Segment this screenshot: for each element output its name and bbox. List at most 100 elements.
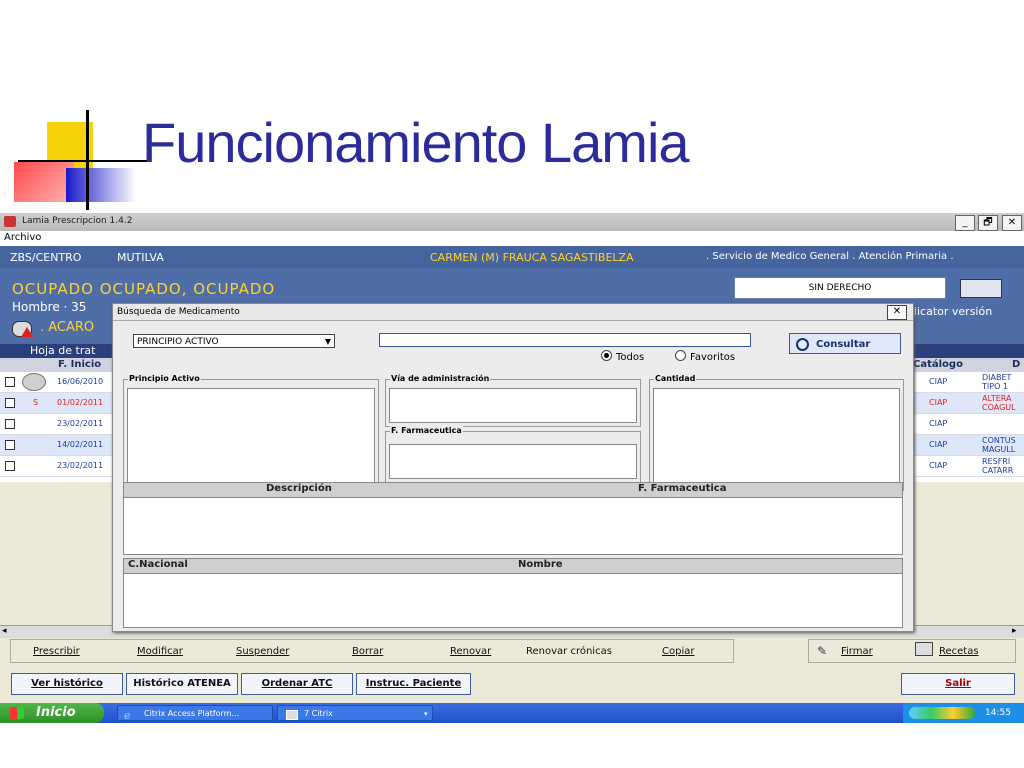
center-row: ZBS/CENTRO MUTILVA CARMEN (M) FRAUCA SAG… <box>0 246 1024 268</box>
dialog-title: Búsqueda de Medicamento <box>117 307 240 317</box>
group-cantidad: Cantidad <box>649 374 904 491</box>
service-name: . Servicio de Medico General . Atención … <box>706 251 954 262</box>
windows-logo-icon <box>10 707 24 719</box>
derecho-field: SIN DERECHO <box>734 277 946 299</box>
system-tray: 14:55 <box>903 703 1024 723</box>
cantidad-list[interactable] <box>653 388 900 487</box>
start-button[interactable]: Inicio <box>0 703 104 723</box>
row-date: 16/06/2010 <box>57 377 104 386</box>
ver-historico-button[interactable]: Ver histórico <box>11 673 123 695</box>
renovar-button[interactable]: Renovar <box>450 646 491 657</box>
printer-icon <box>915 642 933 656</box>
taskbar-item-citrix-access[interactable]: ℯ Citrix Access Platform... <box>117 705 273 722</box>
action-toolbar: Prescribir Modificar Suspender Borrar Re… <box>10 639 734 663</box>
maximize-button[interactable]: 🗗 <box>978 215 998 231</box>
dialog-close-button[interactable]: ✕ <box>887 305 907 320</box>
row-mark: S <box>33 398 39 407</box>
dialog-titlebar: Búsqueda de Medicamento ✕ <box>113 304 913 321</box>
consultar-label: Consultar <box>816 339 871 350</box>
group-principio-activo: Principio Activo <box>123 374 379 491</box>
row-checkbox[interactable] <box>5 440 15 450</box>
scroll-right-icon[interactable]: ▸ <box>1012 626 1017 636</box>
suspender-button[interactable]: Suspender <box>236 646 289 657</box>
col-c-nacional[interactable]: C.Nacional <box>128 559 188 570</box>
minimize-button[interactable]: _ <box>955 215 975 231</box>
chevron-down-icon: ▼ <box>324 337 331 346</box>
radio-favoritos-label: Favoritos <box>690 352 736 363</box>
scroll-left-icon[interactable]: ◂ <box>2 626 7 636</box>
col-nombre[interactable]: Nombre <box>518 559 563 570</box>
patient-sub: Hombre · 35 <box>12 300 87 314</box>
row-catalog: CIAP <box>929 461 948 470</box>
search-input[interactable] <box>379 333 751 347</box>
radio-todos[interactable]: Todos <box>601 350 644 363</box>
recetas-button[interactable]: Recetas <box>939 646 979 657</box>
window-group-icon <box>286 710 298 720</box>
results-table-header: Descripción F. Farmaceutica <box>123 482 903 498</box>
search-type-select[interactable]: PRINCIPIO ACTIVO ▼ <box>133 334 335 348</box>
row-date: 23/02/2011 <box>57 461 104 470</box>
radio-favoritos[interactable]: Favoritos <box>675 350 735 363</box>
radio-dot-icon <box>601 350 612 361</box>
salir-button[interactable]: Salir <box>901 673 1015 695</box>
menu-archivo[interactable]: Archivo <box>4 232 41 243</box>
row-catalog: CIAP <box>929 377 948 386</box>
principio-list[interactable] <box>127 388 375 487</box>
patient-name: OCUPADO OCUPADO, OCUPADO <box>12 280 276 298</box>
card-icon[interactable] <box>960 279 1002 298</box>
via-list[interactable] <box>389 388 637 423</box>
row-catalog: CIAP <box>929 440 948 449</box>
ordenar-atc-button[interactable]: Ordenar ATC <box>241 673 353 695</box>
row-desc: RESFRI CATARR <box>982 457 1014 475</box>
slide-decoration <box>0 0 150 215</box>
col-d[interactable]: D <box>1012 359 1020 370</box>
row-checkbox[interactable] <box>5 398 15 408</box>
acar-label: . ACARO <box>40 320 95 335</box>
section-label: Hoja de trat <box>30 344 96 357</box>
row-checkbox[interactable] <box>5 419 15 429</box>
tray-icons[interactable] <box>909 707 975 719</box>
row-desc: DIABET TIPO 1 <box>982 373 1012 391</box>
row-desc: CONTUS MAGULL <box>982 436 1016 454</box>
v-icon <box>22 373 46 391</box>
modificar-button[interactable]: Modificar <box>137 646 183 657</box>
window-title: Lamia Prescripcion 1.4.2 <box>22 216 133 226</box>
borrar-button[interactable]: Borrar <box>352 646 383 657</box>
app-icon <box>4 216 16 227</box>
group-label: F. Farmaceutica <box>390 426 463 435</box>
chevron-down-icon: ▾ <box>424 710 428 718</box>
copiar-button[interactable]: Copiar <box>662 646 694 657</box>
instruc-paciente-button[interactable]: Instruc. Paciente <box>356 673 471 695</box>
products-table-header: C.Nacional Nombre <box>123 558 903 574</box>
row-checkbox[interactable] <box>5 377 15 387</box>
products-table[interactable] <box>123 573 903 628</box>
doctor-name: CARMEN (M) FRAUCA SAGASTIBELZA <box>430 251 634 264</box>
consultar-button[interactable]: Consultar <box>789 333 901 354</box>
results-table[interactable] <box>123 497 903 555</box>
farmaceutica-list[interactable] <box>389 444 637 479</box>
indicator-version: dicator versión <box>910 305 993 318</box>
prescribir-button[interactable]: Prescribir <box>33 646 80 657</box>
alert-icon[interactable] <box>12 321 33 337</box>
col-inicio[interactable]: F. Inicio <box>58 359 101 370</box>
col-f-farmaceutica[interactable]: F. Farmaceutica <box>638 483 726 494</box>
col-catalogo[interactable]: Catálogo <box>913 359 963 370</box>
start-label: Inicio <box>36 705 76 720</box>
taskbar-item-citrix[interactable]: 7 Citrix ▾ <box>277 705 433 721</box>
group-via: Vía de administración <box>385 374 641 427</box>
task1-label: Citrix Access Platform... <box>144 709 240 718</box>
renovar-cronicas-button[interactable]: Renovar crónicas <box>526 646 612 657</box>
menu-bar: Archivo <box>0 231 1024 246</box>
historico-atenea-button[interactable]: Histórico ATENEA <box>126 673 238 695</box>
app-window: Lamia Prescripcion 1.4.2 _ 🗗 ✕ Archivo Z… <box>0 213 1024 723</box>
radio-dot-icon <box>675 350 686 361</box>
close-button[interactable]: ✕ <box>1002 215 1022 231</box>
task2-label: 7 Citrix <box>304 709 333 718</box>
group-label: Principio Activo <box>128 374 201 383</box>
row-checkbox[interactable] <box>5 461 15 471</box>
row-desc: ALTERA COAGUL <box>982 394 1016 412</box>
row-date: 23/02/2011 <box>57 419 104 428</box>
search-icon <box>796 338 809 351</box>
col-descripcion[interactable]: Descripción <box>266 483 332 494</box>
firmar-button[interactable]: Firmar <box>841 646 873 657</box>
